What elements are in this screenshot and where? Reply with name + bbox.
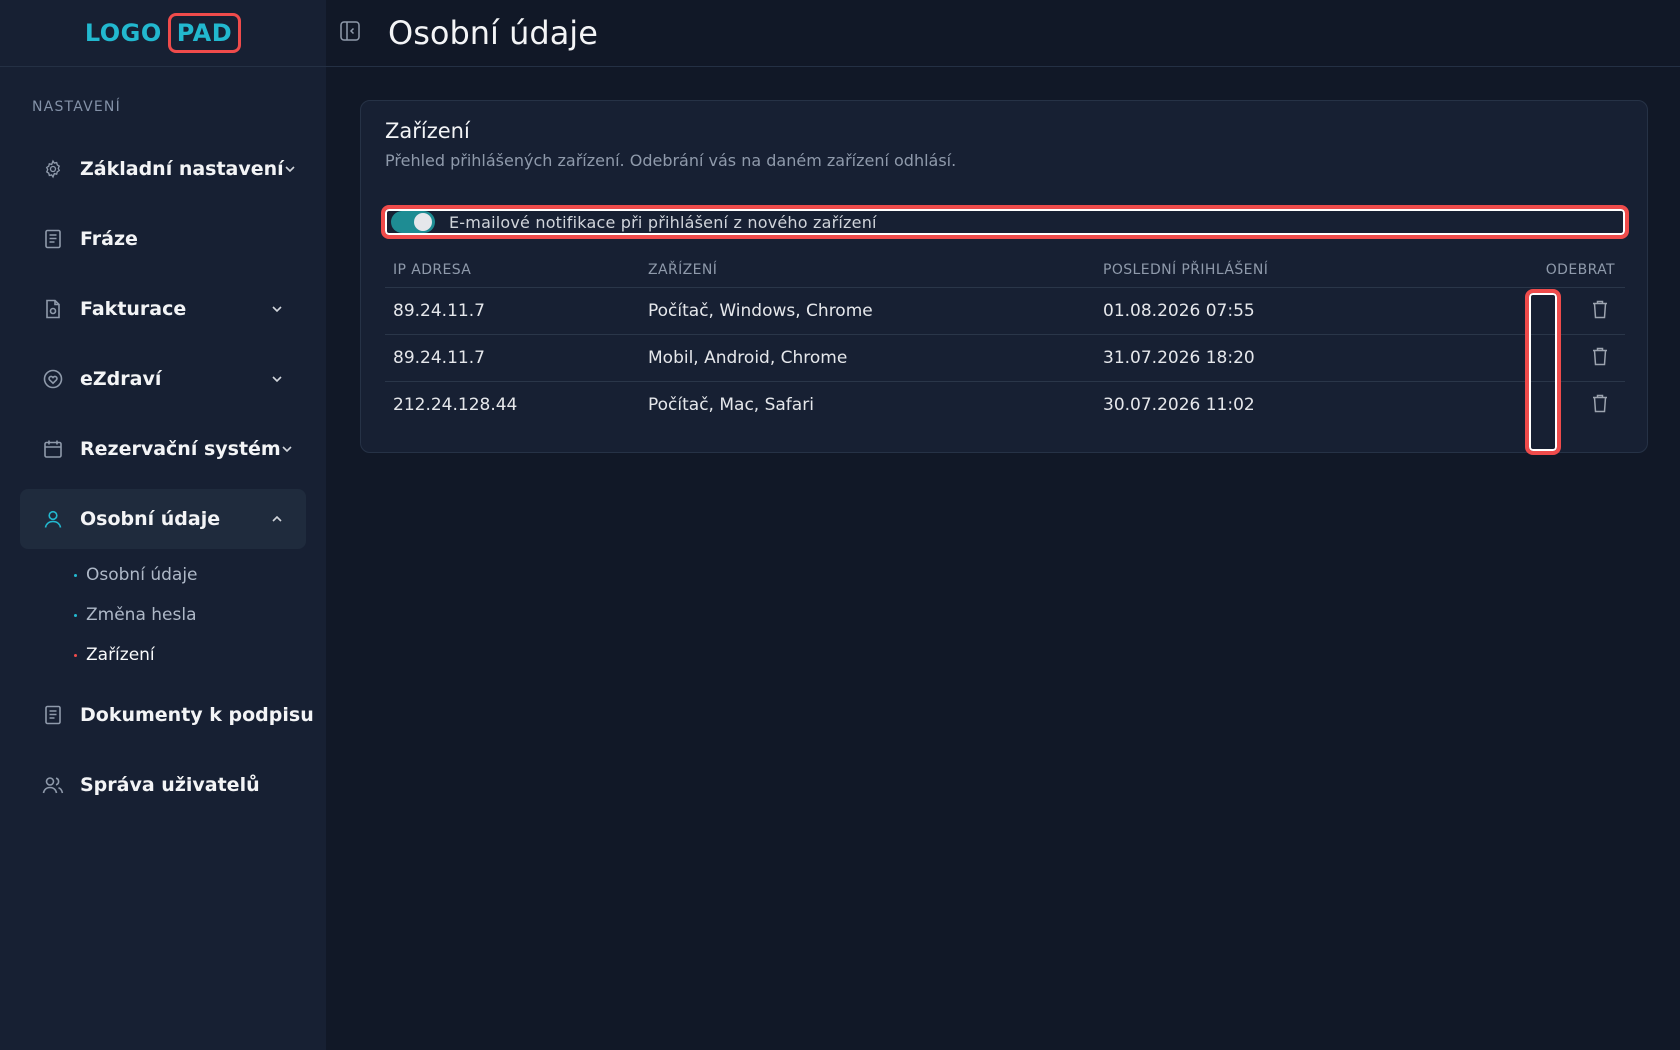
sub-item-label: Zařízení — [86, 645, 155, 665]
email-notification-label: E-mailové notifikace při přihlášení z no… — [449, 212, 877, 232]
sidebar: LOGO PAD NASTAVENÍ Základní nastavení Fr… — [0, 0, 326, 1050]
cell-remove — [1495, 381, 1625, 428]
heart-icon — [42, 368, 64, 390]
sub-item-zarizeni[interactable]: Zařízení — [74, 635, 306, 675]
page-title: Osobní údaje — [388, 14, 598, 52]
sidebar-item-label: Správa uživatelů — [80, 774, 260, 796]
cell-device: Počítač, Windows, Chrome — [640, 287, 1095, 335]
logo-area: LOGO PAD — [0, 0, 326, 67]
column-header-ip: IP ADRESA — [385, 253, 640, 288]
trash-icon — [1593, 300, 1607, 318]
sub-item-label: Osobní údaje — [86, 565, 198, 585]
chevron-down-icon — [270, 302, 284, 316]
bullet-icon — [74, 573, 77, 577]
sidebar-item-fakturace[interactable]: Fakturace — [20, 279, 306, 339]
sidebar-item-label: eZdraví — [80, 368, 162, 390]
sidebar-collapse-icon — [339, 20, 361, 46]
bullet-icon — [74, 613, 77, 617]
card-title: Zařízení — [385, 119, 470, 143]
trash-icon — [1593, 347, 1607, 365]
email-notification-toggle[interactable] — [391, 211, 435, 233]
column-header-remove: ODEBRAT — [1495, 253, 1625, 288]
sidebar-item-zakladni-nastaveni[interactable]: Základní nastavení — [20, 139, 306, 199]
user-icon — [42, 508, 64, 530]
sidebar-item-label: Základní nastavení — [80, 158, 284, 180]
document-icon — [42, 704, 64, 726]
cell-last-login: 30.07.2026 11:02 — [1103, 394, 1255, 415]
invoice-icon — [42, 298, 64, 320]
column-header-last-login: POSLEDNÍ PŘIHLÁŠENÍ — [1095, 253, 1495, 288]
cell-remove — [1495, 334, 1625, 382]
sidebar-item-label: Osobní údaje — [80, 508, 221, 530]
remove-device-button[interactable] — [1589, 392, 1611, 414]
bullet-icon — [74, 653, 77, 657]
cell-remove — [1495, 287, 1625, 335]
trash-icon — [1593, 394, 1607, 412]
document-icon — [42, 228, 64, 250]
chevron-down-icon — [270, 372, 284, 386]
toggle-knob — [414, 213, 432, 231]
column-header-device: ZAŘÍZENÍ — [640, 253, 1095, 288]
card-description: Přehled přihlášených zařízení. Odebrání … — [385, 151, 957, 170]
sidebar-item-sprava-uzivatelu[interactable]: Správa uživatelů — [20, 755, 306, 815]
users-icon — [42, 774, 64, 796]
sidebar-item-label: Dokumenty k podpisu — [80, 704, 314, 726]
sidebar-item-ezdravi[interactable]: eZdraví — [20, 349, 306, 409]
cell-device: Mobil, Android, Chrome — [640, 334, 1095, 382]
table-header-row: IP ADRESA ZAŘÍZENÍ POSLEDNÍ PŘIHLÁŠENÍ O… — [385, 253, 1625, 288]
cell-ip: 89.24.11.7 — [385, 287, 640, 335]
sidebar-item-label: Fakturace — [80, 298, 187, 320]
sidebar-item-rezervacni-system[interactable]: Rezervační systém — [20, 419, 306, 479]
topbar: Osobní údaje — [326, 0, 1680, 67]
sidebar-item-label: Rezervační systém — [80, 438, 281, 460]
devices-table: IP ADRESA ZAŘÍZENÍ POSLEDNÍ PŘIHLÁŠENÍ O… — [385, 253, 1625, 428]
email-notification-toggle-row: E-mailové notifikace při přihlášení z no… — [381, 205, 1629, 239]
sub-list-osobni-udaje: Osobní údaje Změna hesla Zařízení — [20, 555, 306, 685]
cell-last-login: 31.07.2026 18:20 — [1095, 334, 1495, 382]
sidebar-item-dokumenty-k-podpisu[interactable]: Dokumenty k podpisu — [20, 685, 314, 745]
table-row: 89.24.11.7 Počítač, Windows, Chrome 01.0… — [385, 287, 1625, 335]
cell-device: Počítač, Mac, Safari — [648, 394, 814, 415]
chevron-up-icon — [270, 512, 284, 526]
sub-item-zmena-hesla[interactable]: Změna hesla — [74, 595, 306, 635]
devices-card: Zařízení Přehled přihlášených zařízení. … — [360, 100, 1648, 455]
chevron-down-icon — [281, 442, 293, 456]
remove-device-button[interactable] — [1589, 298, 1611, 320]
sidebar-item-label: Fráze — [80, 228, 138, 250]
sidebar-nav: Základní nastavení Fráze Fakturace eZdra… — [0, 139, 326, 815]
gear-icon — [42, 158, 64, 180]
main-content: Osobní údaje Zařízení Přehled přihlášený… — [326, 0, 1680, 1050]
logo-pad: PAD — [167, 13, 242, 53]
app-root: LOGO PAD NASTAVENÍ Základní nastavení Fr… — [0, 0, 1680, 1050]
sidebar-item-fraze[interactable]: Fráze — [20, 209, 306, 269]
table-row: 212.24.128.44 Počítač, Mac, Safari 30.07… — [385, 381, 1625, 428]
logo[interactable]: LOGO PAD — [84, 13, 242, 53]
cell-last-login: 01.08.2026 07:55 — [1095, 287, 1495, 335]
sidebar-item-osobni-udaje[interactable]: Osobní údaje — [20, 489, 306, 549]
collapse-sidebar-button[interactable] — [336, 19, 364, 47]
logo-word: LOGO — [84, 19, 162, 47]
calendar-icon — [42, 438, 64, 460]
chevron-down-icon — [284, 162, 296, 176]
cell-ip: 89.24.11.7 — [385, 334, 640, 382]
section-title: NASTAVENÍ — [32, 99, 121, 115]
sub-item-osobni-udaje[interactable]: Osobní údaje — [74, 555, 306, 595]
sub-item-label: Změna hesla — [86, 605, 197, 625]
table-row: 89.24.11.7 Mobil, Android, Chrome 31.07.… — [385, 334, 1625, 382]
cell-ip: 212.24.128.44 — [393, 394, 518, 415]
remove-device-button[interactable] — [1589, 345, 1611, 367]
